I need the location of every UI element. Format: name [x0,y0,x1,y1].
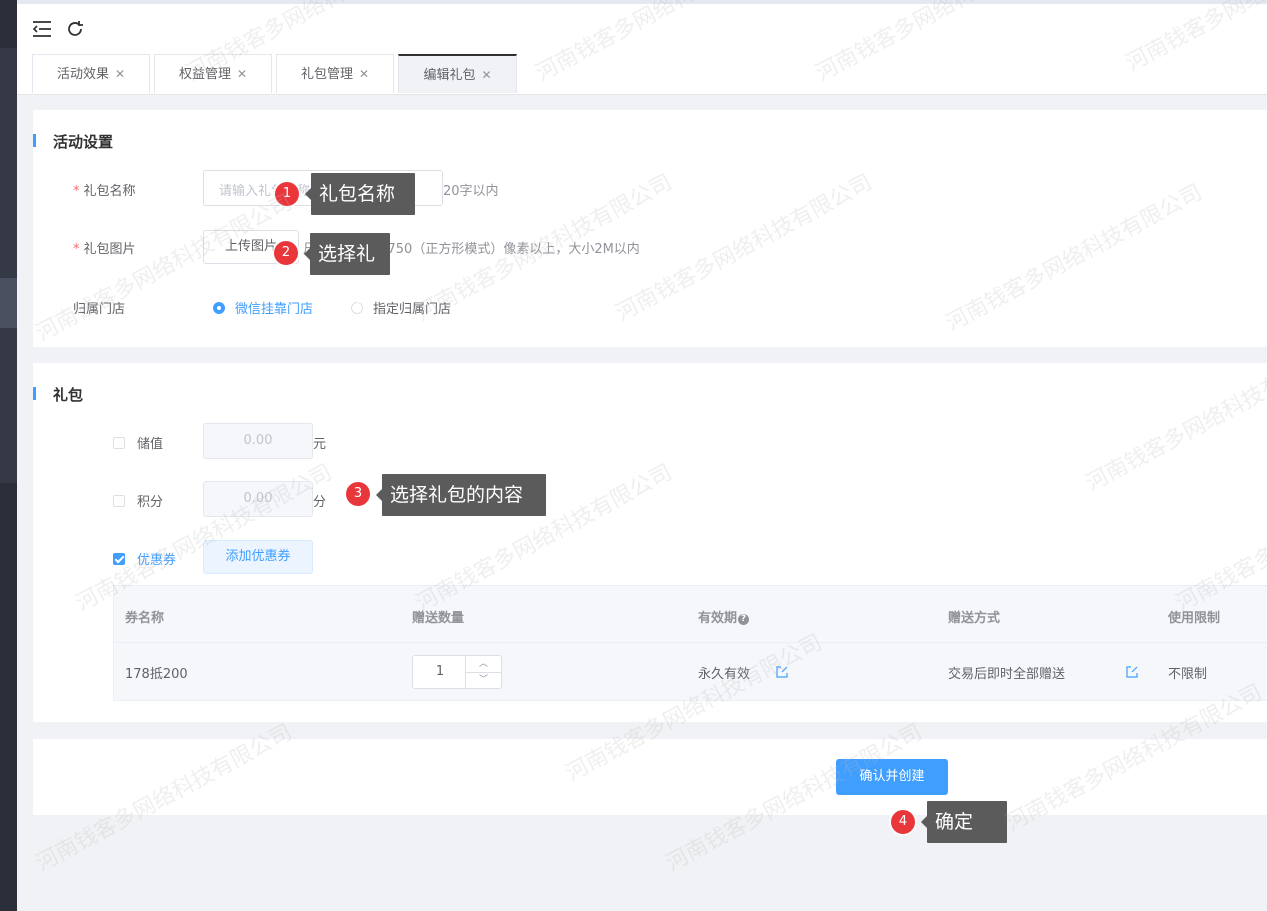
points-unit: 分 [313,495,327,510]
annotation-badge-4: 4 [891,810,915,834]
store-label: 归属门店 [73,302,126,317]
tab-edit-gift[interactable]: 编辑礼包 ✕ [398,54,517,93]
points-checkbox[interactable]: 积分 [113,491,163,510]
tab-benefits[interactable]: 权益管理 ✕ [154,54,272,93]
checkbox-box [113,436,125,449]
edit-validity-icon[interactable] [776,666,788,678]
label-text: 礼包图片 [83,242,136,257]
checkbox-label: 积分 [137,495,164,510]
quantity-stepper[interactable]: 1 ︿ ﹀ [412,655,502,689]
refresh-icon[interactable] [64,18,86,40]
table-row: 178抵200 1 ︿ ﹀ 永久有效 交易后即时全部赠送 不限制 [114,643,1267,700]
radio-wechat-store[interactable]: 微信挂靠门店 [213,298,313,317]
usage-limit-cell: 不限制 [1168,667,1208,682]
annotation-badge-1: 1 [275,182,299,206]
table-header: 券名称 赠送数量 有效期? 赠送方式 使用限制 [114,586,1267,643]
section-title: 活动设置 [32,133,114,151]
col-quantity: 赠送数量 [412,611,465,626]
increase-icon[interactable]: ︿ [466,656,501,673]
tab-label: 编辑礼包 [423,68,476,83]
tab-gift-management[interactable]: 礼包管理 ✕ [276,54,394,93]
tab-label: 活动效果 [56,67,109,82]
send-method-cell: 交易后即时全部赠送 [948,667,1066,682]
annotation-callout-2: 选择礼包的内容 [304,233,390,349]
sidebar-collapsed [0,0,17,911]
stored-value-checkbox[interactable]: 储值 [113,433,163,452]
add-coupon-button[interactable]: 添加优惠券 [203,540,313,574]
col-validity: 有效期? [698,607,750,626]
help-icon[interactable]: ? [738,614,750,625]
annotation-badge-2: 2 [274,241,298,265]
top-navbar [17,0,1267,52]
sidebar-active-item[interactable] [0,278,17,328]
close-icon[interactable]: ✕ [359,67,369,81]
col-usage-limit: 使用限制 [1168,611,1221,626]
annotation-badge-3: 3 [346,482,370,506]
tab-activity-effect[interactable]: 活动效果 ✕ [32,54,150,93]
quantity-value[interactable]: 1 [413,656,467,688]
coupon-checkbox[interactable]: 优惠券 [113,549,176,568]
col-send-method: 赠送方式 [948,611,1001,626]
checkbox-label: 优惠券 [137,553,177,568]
footer-card: 确认并创建 [33,739,1267,815]
stored-value-input[interactable]: 0.00 [203,423,313,459]
annotation-callout-1: 礼包名称 [305,173,415,215]
annotation-callout-4: 确定 [921,801,1007,843]
tab-label: 权益管理 [178,67,231,82]
sidebar-menu-area [0,48,17,483]
name-hint: 20字以内 [443,184,499,199]
stored-value-unit: 元 [313,437,327,452]
gift-image-label: * 礼包图片 [73,238,136,257]
decrease-icon[interactable]: ﹀ [466,672,501,688]
header-text: 有效期 [698,611,738,626]
edit-send-method-icon[interactable] [1126,666,1138,678]
close-icon[interactable]: ✕ [237,67,247,81]
checkbox-label: 储值 [137,437,164,452]
stepper-arrows: ︿ ﹀ [465,656,501,688]
checkbox-box [113,494,125,507]
col-coupon-name: 券名称 [125,611,165,626]
close-icon[interactable]: ✕ [481,68,491,82]
section-title: 礼包 [32,386,84,404]
radio-label: 指定归属门店 [373,302,452,317]
checkbox-box [113,552,125,565]
close-icon[interactable]: ✕ [115,67,125,81]
radio-dot [213,301,225,314]
required-mark: * [73,184,80,199]
coupon-table: 券名称 赠送数量 有效期? 赠送方式 使用限制 178抵200 1 ︿ ﹀ 永久… [113,585,1267,701]
validity-cell: 永久有效 [698,667,751,682]
gift-contents-card: 礼包 储值 0.00 元 积分 0.00 分 优惠券 添加优惠券 券名称 赠送数… [32,363,1267,722]
coupon-name-cell: 178抵200 [125,667,188,682]
gift-name-label: * 礼包名称 [73,180,136,199]
tab-label: 礼包管理 [300,67,353,82]
activity-settings-card: 活动设置 * 礼包名称 请输入礼包名称 20字以内 * 礼包图片 上传图片 尺寸建议… [32,110,1267,347]
label-text: 礼包名称 [83,184,136,199]
points-input[interactable]: 0.00 [203,481,313,517]
annotation-callout-3: 选择礼包的内容 [376,474,546,516]
radio-label: 微信挂靠门店 [235,302,314,317]
confirm-create-button[interactable]: 确认并创建 [836,759,948,795]
menu-fold-icon[interactable] [31,18,53,40]
tabs-bar: 活动效果 ✕ 权益管理 ✕ 礼包管理 ✕ 编辑礼包 ✕ [17,52,1267,95]
required-mark: * [73,242,80,257]
